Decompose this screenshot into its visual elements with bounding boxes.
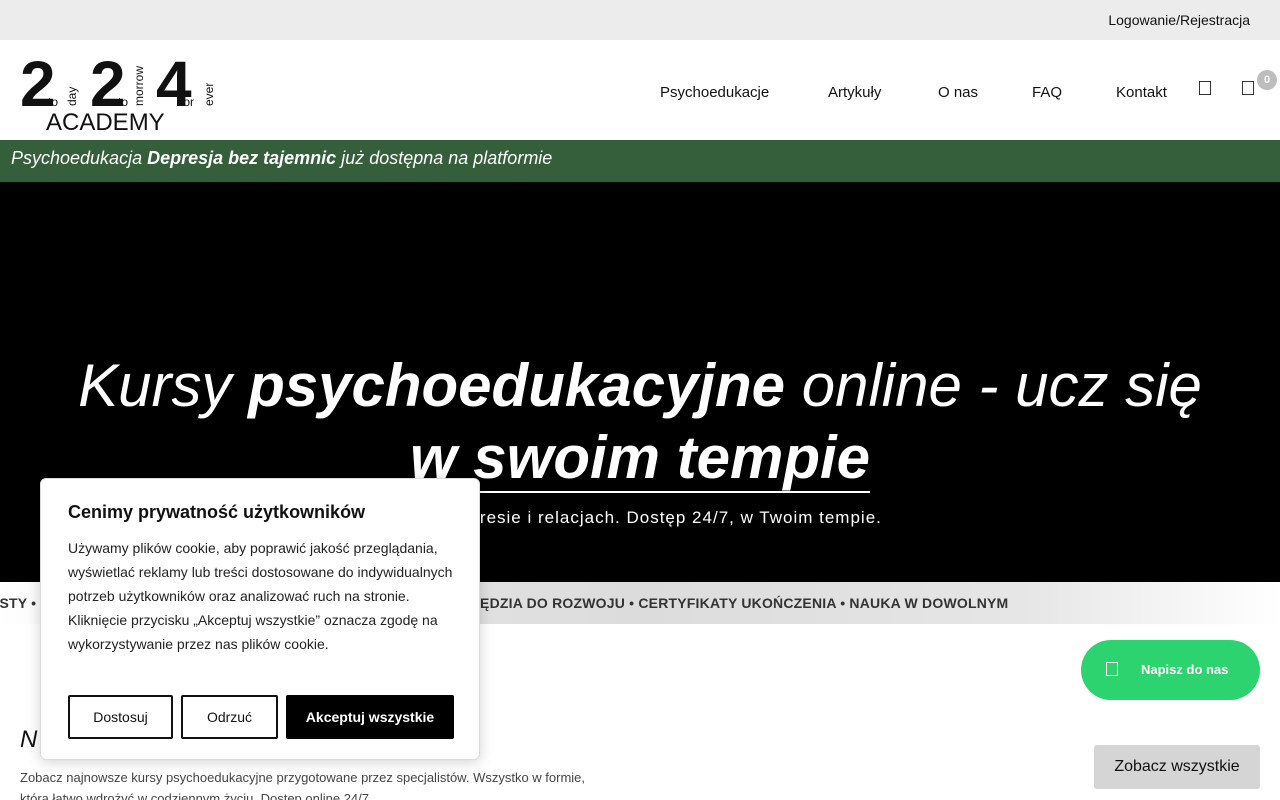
login-register-link[interactable]: Logowanie/Rejestracja — [1108, 12, 1250, 28]
cookie-title: Cenimy prywatność użytkowników — [68, 502, 366, 522]
whatsapp-icon — [1106, 662, 1118, 676]
chat-button[interactable]: Napisz do nas — [1081, 640, 1260, 700]
promo-prefix: Psychoedukacja — [11, 148, 148, 168]
hero-title-part1: Kursy — [78, 352, 249, 419]
cookie-body: Używamy plików cookie, aby poprawić jako… — [68, 540, 453, 652]
nav-item-faq[interactable]: FAQ — [1032, 84, 1062, 101]
nav-item-kontakt[interactable]: Kontakt — [1116, 84, 1167, 101]
site-header: 2 to day 2 to morrow 4 for ever ACADEMY … — [0, 40, 1280, 140]
promo-banner[interactable]: Psychoedukacja Depresja bez tajemnic już… — [0, 140, 1280, 182]
see-all-button[interactable]: Zobacz wszystkie — [1094, 745, 1260, 789]
cookie-customize-button[interactable]: Dostosuj — [68, 695, 173, 739]
search-icon[interactable] — [1198, 80, 1212, 98]
cookie-accept-all-button[interactable]: Akceptuj wszystkie — [286, 695, 454, 739]
promo-highlight: Depresja bez tajemnic — [147, 148, 337, 168]
section-title: N — [20, 726, 38, 753]
logo-academy-text: ACADEMY — [46, 109, 165, 134]
main-nav: Psychoedukacje Artykuły O nas FAQ Kontak… — [0, 84, 1280, 104]
hero-title-bold: psychoedukacyjne — [248, 352, 786, 419]
chat-button-label: Napisz do nas — [1141, 662, 1229, 677]
hero-title-part2: online - ucz się — [785, 352, 1202, 419]
cart-count-badge: 0 — [1257, 70, 1277, 90]
nav-item-psychoedukacje[interactable]: Psychoedukacje — [660, 84, 769, 101]
promo-suffix: już dostępna na platformie — [336, 148, 553, 168]
hero-title: Kursy psychoedukacyjne online - ucz się … — [0, 350, 1280, 494]
section-description: Zobacz najnowsze kursy psychoedukacyjne … — [20, 770, 586, 800]
cookie-consent-dialog: Cenimy prywatność użytkowników Używamy p… — [40, 478, 480, 760]
nav-item-o-nas[interactable]: O nas — [938, 84, 978, 101]
cart-icon[interactable] — [1241, 80, 1255, 98]
top-bar: Logowanie/Rejestracja — [0, 0, 1280, 40]
nav-item-artykuly[interactable]: Artykuły — [828, 84, 881, 101]
cookie-reject-button[interactable]: Odrzuć — [181, 695, 278, 739]
